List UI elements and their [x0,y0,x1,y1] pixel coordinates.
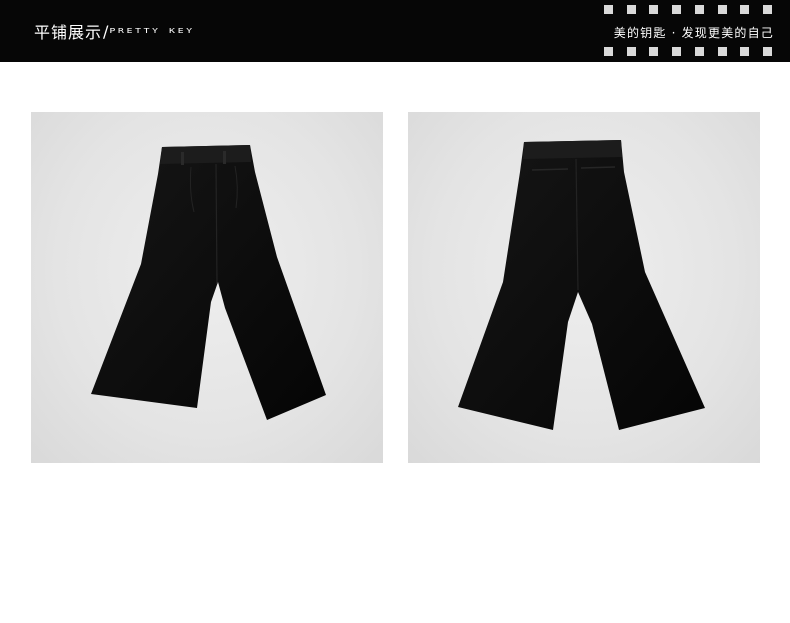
square-dot [626,5,636,14]
title-separator: / [103,21,109,41]
square-dot [604,47,613,56]
square-dot [604,5,613,14]
square-dot [717,5,727,14]
section-title: 平铺展示 / PRETTY KEY [34,19,195,43]
product-photo-back [408,112,760,463]
square-dot [694,47,704,56]
product-photo-front [31,112,383,463]
square-dot [740,5,750,14]
decorative-dots-bottom [604,47,772,56]
brand-slogan: 美的钥匙 · 发现更美的自己 [613,26,774,40]
pants-front-illustration [91,145,326,420]
title-chinese: 平铺展示 [34,23,103,42]
square-dot [740,47,750,56]
square-dot [649,47,659,56]
square-dot [649,5,659,14]
square-dot [717,47,727,56]
square-dot [626,47,636,56]
square-dot [672,5,682,14]
square-dot [762,47,772,56]
title-english: PRETTY KEY [109,27,195,35]
square-dot [694,5,704,14]
square-dot [672,47,682,56]
square-dot [762,5,772,14]
header-banner: 平铺展示 / PRETTY KEY 美的钥匙 · 发现更美的自己 [0,0,790,62]
pants-back-illustration [458,140,705,430]
decorative-dots-top [604,5,772,14]
